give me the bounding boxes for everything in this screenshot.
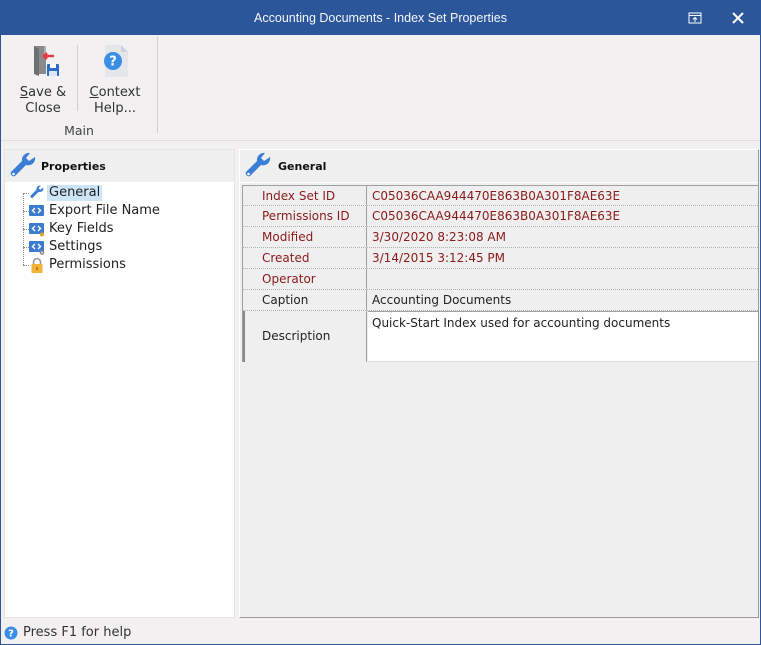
svg-text:?: ? <box>109 55 117 70</box>
tree-item-permissions[interactable]: Permissions <box>5 256 234 274</box>
property-value: 3/30/2020 8:23:08 AM <box>372 230 506 244</box>
properties-pane-title: Properties <box>41 160 106 173</box>
title-bar[interactable]: Accounting Documents - Index Set Propert… <box>1 1 760 35</box>
code-tag-icon <box>29 203 45 219</box>
save-close-label: ave & <box>28 85 67 100</box>
wrench-icon <box>243 152 273 182</box>
svg-text:?: ? <box>8 629 14 640</box>
code-tag-key-icon <box>29 221 45 237</box>
status-bar: ? Press F1 for help <box>1 622 760 644</box>
properties-navigation-pane: Properties General Export File Name Key … <box>4 149 235 618</box>
help-icon: ? <box>4 626 18 640</box>
property-key: Permissions ID <box>243 206 367 226</box>
tree-item-label: Settings <box>49 239 103 254</box>
wrench-icon <box>8 152 38 182</box>
description-textarea[interactable]: Quick-Start Index used for accounting do… <box>368 311 758 362</box>
ribbon-group-separator <box>157 37 158 133</box>
property-value: C05036CAA944470E863B0A301F8AE63E <box>372 189 621 203</box>
property-row-operator[interactable]: Operator <box>243 269 758 290</box>
caption-field[interactable]: Accounting Documents <box>368 290 758 310</box>
window-title: Accounting Documents - Index Set Propert… <box>254 11 507 25</box>
tree-item-export-file-name[interactable]: Export File Name <box>5 202 234 220</box>
restore-window-icon[interactable] <box>686 9 704 27</box>
save-close-button[interactable]: Save & Close <box>14 43 72 117</box>
save-close-label-line2: Close <box>25 101 61 116</box>
ribbon-group-main-label: Main <box>64 123 94 138</box>
properties-tree: General Export File Name Key Fields Sett… <box>5 183 234 274</box>
lock-icon <box>29 257 45 273</box>
general-pane-header: General <box>240 150 758 183</box>
index-set-properties-window: Accounting Documents - Index Set Propert… <box>0 0 761 645</box>
property-key: Modified <box>243 227 367 247</box>
property-row-created[interactable]: Created 3/14/2015 3:12:45 PM <box>243 248 758 269</box>
context-help-label-mnemonic: C <box>89 85 99 100</box>
property-row-index-set-id[interactable]: Index Set ID C05036CAA944470E863B0A301F8… <box>243 185 758 206</box>
property-row-description[interactable]: Description Quick-Start Index used for a… <box>243 311 758 362</box>
ribbon: Save & Close ? Context Help... Main <box>1 35 760 141</box>
close-icon[interactable] <box>729 9 747 27</box>
tree-item-label: Permissions <box>49 257 126 272</box>
properties-pane-header: Properties <box>5 150 234 183</box>
tree-item-label: Key Fields <box>49 221 114 236</box>
ribbon-separator <box>77 45 78 111</box>
general-pane-title: General <box>278 160 327 173</box>
property-value: 3/14/2015 3:12:45 PM <box>372 251 506 265</box>
save-close-icon <box>25 43 61 79</box>
status-text: Press F1 for help <box>23 625 132 640</box>
code-tag-gear-icon <box>29 239 45 255</box>
property-value <box>368 269 758 289</box>
tree-item-general[interactable]: General <box>5 184 234 202</box>
property-row-modified[interactable]: Modified 3/30/2020 8:23:08 AM <box>243 227 758 248</box>
help-document-icon: ? <box>97 43 133 79</box>
context-help-label: ontext <box>98 85 141 100</box>
context-help-button[interactable]: ? Context Help... <box>84 43 146 117</box>
tree-item-key-fields[interactable]: Key Fields <box>5 220 234 238</box>
save-close-label-mnemonic: S <box>19 85 29 100</box>
property-row-permissions-id[interactable]: Permissions ID C05036CAA944470E863B0A301… <box>243 206 758 227</box>
property-value: C05036CAA944470E863B0A301F8AE63E <box>372 209 621 223</box>
wrench-icon <box>29 185 45 201</box>
property-row-caption[interactable]: Caption Accounting Documents <box>243 290 758 311</box>
property-key: Operator <box>243 269 367 289</box>
property-key: Created <box>243 248 367 268</box>
tree-item-label: General <box>47 185 103 201</box>
property-key: Description <box>243 311 367 362</box>
tree-item-settings[interactable]: Settings <box>5 238 234 256</box>
property-grid: Index Set ID C05036CAA944470E863B0A301F8… <box>242 185 758 362</box>
property-key: Caption <box>243 290 367 310</box>
context-help-label-line2: Help... <box>93 101 137 116</box>
property-key: Index Set ID <box>243 186 367 205</box>
tree-item-label: Export File Name <box>49 203 160 218</box>
general-properties-pane: General Index Set ID C05036CAA944470E863… <box>239 149 759 618</box>
